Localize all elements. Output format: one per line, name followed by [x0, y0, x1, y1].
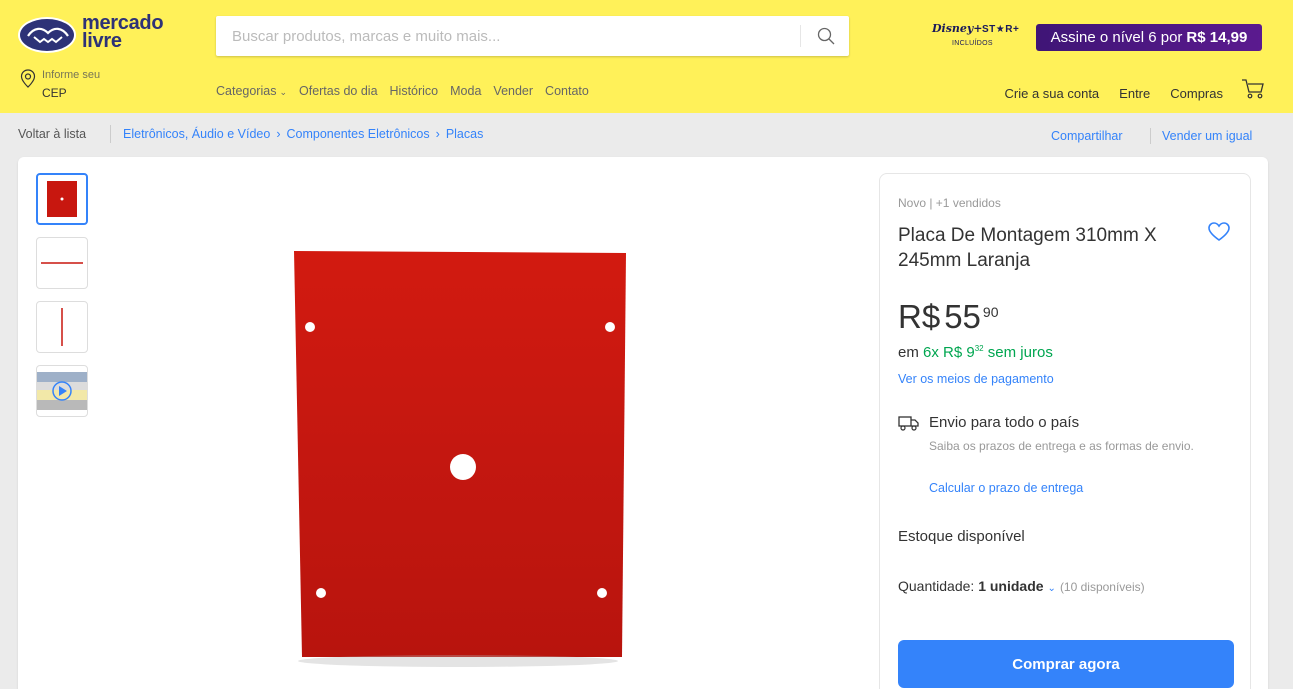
handshake-icon	[18, 17, 76, 53]
chevron-down-icon: ⌄	[279, 87, 287, 97]
shipping-title: Envio para todo o país	[929, 414, 1080, 431]
installment-value: 6x R$ 932 sem juros	[923, 344, 1053, 361]
share-divider	[1150, 128, 1151, 144]
plate-edge-image	[61, 308, 63, 346]
quantity-value: 1 unidade	[978, 578, 1044, 594]
favorite-button[interactable]	[1208, 222, 1230, 244]
disney-plus-text: Disney+	[932, 22, 983, 35]
search-divider	[800, 25, 801, 47]
header: mercado livre Disney+ ST★R+ INCLUÍDOS As…	[0, 0, 1293, 113]
product-main-image[interactable]	[258, 209, 658, 689]
logo-text: mercado livre	[82, 12, 164, 52]
calculate-shipping-link[interactable]: Calcular o prazo de entrega	[929, 481, 1083, 495]
thumbnail-plate-edge[interactable]	[36, 301, 88, 353]
purchases-link[interactable]: Compras	[1170, 86, 1223, 101]
login-link[interactable]: Entre	[1119, 86, 1150, 101]
account-nav: Crie a sua conta Entre Compras	[1005, 86, 1224, 101]
price-cents: 90	[982, 304, 999, 320]
create-account-link[interactable]: Crie a sua conta	[1005, 86, 1100, 101]
price-currency: R$	[898, 298, 941, 335]
quantity-available: (10 disponíveis)	[1059, 580, 1145, 594]
cart-icon	[1242, 79, 1264, 99]
breadcrumb: Eletrônicos, Áudio e Vídeo › Componentes…	[123, 127, 483, 141]
search-bar	[216, 16, 849, 56]
shipping-description: Saiba os prazos de entrega e as formas d…	[929, 439, 1194, 453]
location-selector[interactable]: Informe seu CEP	[20, 68, 140, 104]
included-text: INCLUÍDOS	[952, 40, 993, 47]
promo-text: Assine o nível 6 por	[1050, 29, 1183, 46]
purchase-panel: Novo | +1 vendidos Placa De Montagem 310…	[879, 173, 1251, 689]
thumbnail-video[interactable]	[36, 365, 88, 417]
cart-button[interactable]	[1241, 78, 1267, 100]
plate-side-image	[41, 262, 83, 264]
logo[interactable]: mercado livre	[18, 12, 178, 54]
product-title: Placa De Montagem 310mm X 245mm Laranja	[898, 225, 1157, 271]
disney-star-logo[interactable]: Disney+ ST★R+ INCLUÍDOS	[932, 22, 1028, 58]
installment-prefix: em	[898, 344, 919, 361]
stock-status: Estoque disponível	[898, 528, 1025, 545]
condition-sold-count: Novo | +1 vendidos	[898, 196, 1001, 210]
star-plus-text: ST★R+	[982, 24, 1020, 35]
back-to-list-link[interactable]: Voltar à lista	[18, 127, 86, 141]
chevron-right-icon: ›	[276, 127, 281, 141]
breadcrumb-item[interactable]: Componentes Eletrônicos	[287, 127, 430, 141]
nav-vender[interactable]: Vender	[493, 84, 533, 100]
main-nav: Categorias ⌄ Ofertas do dia Histórico Mod…	[216, 84, 589, 100]
chevron-right-icon: ›	[435, 127, 440, 141]
location-pin-icon	[20, 69, 36, 88]
nav-ofertas[interactable]: Ofertas do dia	[299, 84, 378, 100]
search-input[interactable]	[216, 16, 801, 56]
breadcrumb-item[interactable]: Eletrônicos, Áudio e Vídeo	[123, 127, 270, 141]
installments: em 6x R$ 932 sem juros	[898, 344, 1053, 361]
buy-now-button[interactable]: Comprar agora	[898, 640, 1234, 688]
search-icon	[817, 27, 834, 45]
video-thumbnail-image	[37, 372, 87, 410]
nav-historico[interactable]: Histórico	[390, 84, 439, 100]
search-button[interactable]	[802, 16, 849, 56]
thumbnail-plate-side[interactable]	[36, 237, 88, 289]
share-link[interactable]: Compartilhar	[1051, 129, 1123, 143]
heart-icon	[1208, 222, 1230, 241]
price-integer: 55	[944, 298, 981, 335]
location-value: CEP	[42, 86, 67, 100]
quantity-label: Quantidade:	[898, 578, 975, 594]
nav-contato[interactable]: Contato	[545, 84, 589, 100]
nav-moda[interactable]: Moda	[450, 84, 481, 100]
payment-methods-link[interactable]: Ver os meios de pagamento	[898, 372, 1054, 386]
sell-same-link[interactable]: Vender um igual	[1162, 129, 1252, 143]
breadcrumb-item[interactable]: Placas	[446, 127, 484, 141]
thumbnail-plate-front[interactable]	[36, 173, 88, 225]
subscription-promo-button[interactable]: Assine o nível 6 por R$ 14,99	[1036, 24, 1262, 51]
location-label: Informe seu	[42, 69, 101, 81]
price: R$ 55 90	[898, 298, 998, 336]
chevron-down-icon: ⌄	[1047, 583, 1056, 594]
product-card: Novo | +1 vendidos Placa De Montagem 310…	[18, 157, 1268, 689]
breadcrumb-divider	[110, 125, 111, 143]
nav-categorias[interactable]: Categorias ⌄	[216, 84, 287, 100]
plate-thumbnail-image	[47, 181, 77, 217]
truck-icon	[898, 416, 919, 431]
breadcrumb-bar: Voltar à lista Eletrônicos, Áudio e Víde…	[0, 113, 1293, 157]
promo-price: R$ 14,99	[1186, 29, 1248, 46]
quantity-selector[interactable]: Quantidade: 1 unidade ⌄ (10 disponíveis)	[898, 578, 1145, 594]
